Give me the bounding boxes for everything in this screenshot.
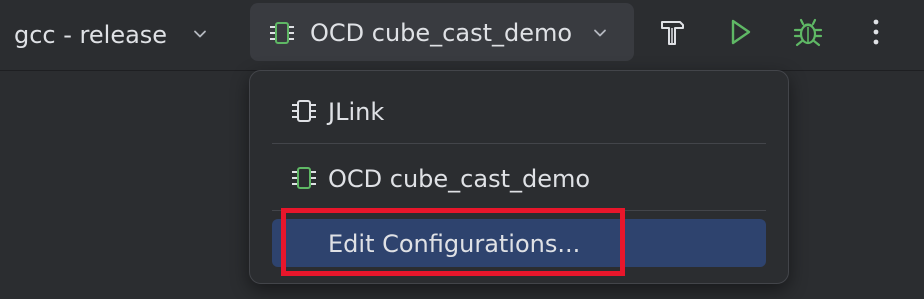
- dropdown-item-jlink[interactable]: JLink: [272, 86, 766, 136]
- debug-button[interactable]: [788, 10, 828, 54]
- main-toolbar: gcc - release OCD cube_cast_demo: [0, 0, 924, 71]
- hammer-icon: [661, 21, 684, 45]
- run-config-label: OCD cube_cast_demo: [310, 19, 573, 47]
- chip-icon: [270, 22, 294, 44]
- dropdown-item-ocd-cube-cast-demo[interactable]: OCD cube_cast_demo: [272, 153, 766, 203]
- build-profile-selector[interactable]: gcc - release: [0, 8, 226, 60]
- dropdown-item-label: OCD cube_cast_demo: [328, 165, 591, 193]
- more-icon: [873, 19, 879, 45]
- build-profile-label: gcc - release: [14, 21, 168, 49]
- debug-icon: [793, 18, 823, 47]
- run-button[interactable]: [720, 10, 760, 54]
- dropdown-item-label: JLink: [328, 98, 385, 126]
- chip-icon: [292, 167, 316, 189]
- chevron-down-icon: [194, 30, 206, 38]
- chevron-down-icon: [594, 29, 606, 37]
- annotation-highlight-box: [281, 208, 625, 276]
- chip-icon: [292, 100, 316, 122]
- build-button[interactable]: [652, 10, 692, 54]
- run-icon: [731, 19, 751, 45]
- dropdown-separator: [272, 143, 766, 144]
- ide-window: gcc - release OCD cube_cast_demo JLink O…: [0, 0, 924, 299]
- run-config-selector[interactable]: OCD cube_cast_demo: [250, 3, 634, 61]
- more-options-button[interactable]: [856, 10, 896, 54]
